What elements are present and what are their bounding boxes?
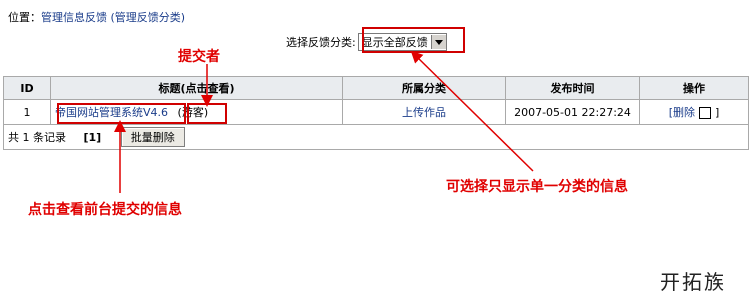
watermark: 开拓族 — [660, 270, 726, 294]
annotation-lines — [114, 50, 534, 193]
filter-tip-arrow — [410, 50, 534, 172]
annotation-submitter: 提交者 — [178, 49, 220, 65]
annotation-click-view: 点击查看前台提交的信息 — [28, 202, 182, 218]
annotation-filter-tip: 可选择只显示单一分类的信息 — [446, 179, 628, 195]
